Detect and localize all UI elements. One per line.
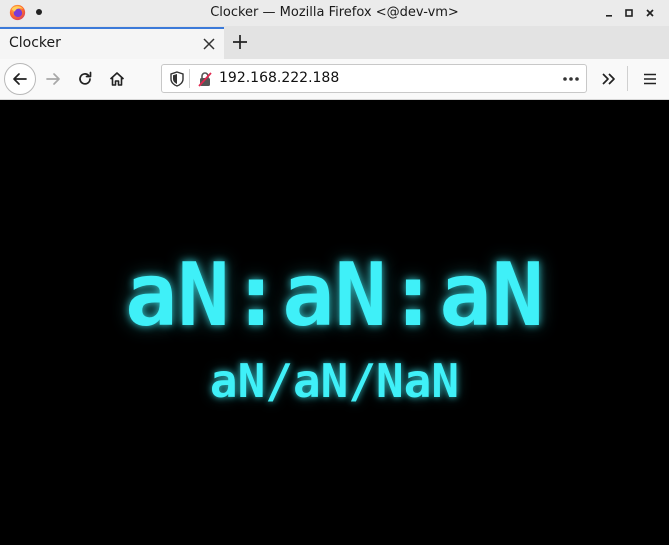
url-bar[interactable]: 192.168.222.188 xyxy=(161,64,587,93)
clock-time: aN:aN:aN xyxy=(124,244,545,346)
tab-clocker[interactable]: Clocker xyxy=(0,27,224,59)
close-window-button[interactable] xyxy=(641,4,659,22)
clock-date: aN/aN/NaN xyxy=(209,354,460,408)
arrow-left-icon xyxy=(13,73,27,85)
reload-icon xyxy=(79,71,92,85)
reload-button[interactable] xyxy=(75,69,95,89)
url-text[interactable]: 192.168.222.188 xyxy=(219,70,339,86)
page-content: aN:aN:aN aN/aN/NaN xyxy=(0,100,669,545)
minimize-icon xyxy=(606,15,612,17)
tab-strip: Clocker xyxy=(0,26,669,60)
overflow-button[interactable] xyxy=(599,69,619,89)
url-bar-divider xyxy=(189,69,190,88)
window-title: Clocker — Mozilla Firefox <@dev-vm> xyxy=(210,5,459,20)
maximize-icon xyxy=(625,9,633,17)
new-tab-plus-icon[interactable] xyxy=(231,33,249,51)
chevrons-right-icon xyxy=(602,73,615,85)
hamburger-menu-icon xyxy=(644,73,656,85)
toolbar-divider xyxy=(627,66,628,91)
minimize-button[interactable] xyxy=(600,4,618,22)
insecure-lock-icon[interactable] xyxy=(198,71,212,87)
arrow-right-icon xyxy=(46,73,60,85)
back-button[interactable] xyxy=(4,63,36,95)
tab-close-icon[interactable] xyxy=(202,37,216,51)
tab-label: Clocker xyxy=(9,35,61,51)
close-icon xyxy=(646,9,654,17)
window-titlebar: Clocker — Mozilla Firefox <@dev-vm> xyxy=(0,0,669,26)
home-icon xyxy=(109,72,125,86)
forward-button[interactable] xyxy=(43,69,63,89)
shield-icon[interactable] xyxy=(170,71,184,87)
open-menu-button[interactable] xyxy=(640,69,660,89)
maximize-button[interactable] xyxy=(620,4,638,22)
navigation-toolbar: 192.168.222.188 xyxy=(0,59,669,100)
home-button[interactable] xyxy=(107,69,127,89)
ellipsis-icon[interactable] xyxy=(562,76,580,82)
